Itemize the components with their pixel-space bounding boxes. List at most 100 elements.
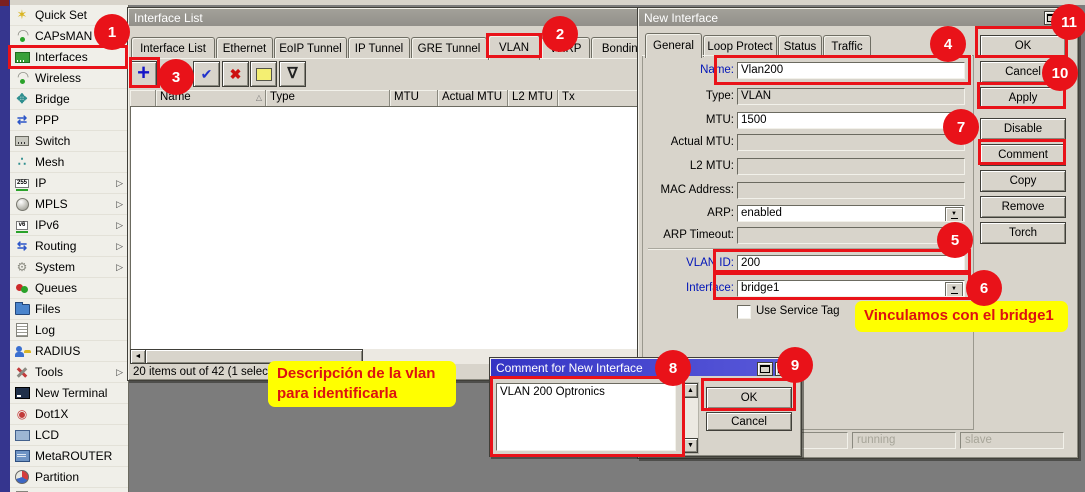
interface-list-window: Interface List Interface ListEthernetEoI… — [128, 8, 640, 380]
annotation-circle-11: 11 — [1051, 4, 1085, 40]
sidebar-item-mpls[interactable]: MPLS▷ — [10, 194, 128, 215]
sidebar-item-label: New Terminal — [35, 386, 107, 400]
tab-traffic[interactable]: Traffic — [823, 35, 871, 57]
tab-eoip-tunnel[interactable]: EoIP Tunnel — [274, 37, 347, 59]
scroll-down-button[interactable]: ▼ — [683, 438, 698, 453]
field-label-l2-mtu: L2 MTU: — [642, 160, 734, 172]
sidebar-item-label: PPP — [35, 113, 59, 127]
remove-button[interactable]: Remove — [980, 196, 1066, 218]
sidebar-item-mesh[interactable]: Mesh — [10, 152, 128, 173]
sidebar-item-routing[interactable]: Routing▷ — [10, 236, 128, 257]
scroll-left-button[interactable]: ◄ — [130, 349, 146, 364]
annotation-circle-4: 4 — [930, 26, 966, 62]
sidebar-item-label: Queues — [35, 281, 77, 295]
sidebar-item-label: Bridge — [35, 92, 70, 106]
column-header-tx[interactable]: Tx — [558, 90, 638, 106]
tab-status[interactable]: Status — [778, 35, 822, 57]
sidebar-item-lcd[interactable]: LCD — [10, 425, 128, 446]
mpls-icon — [14, 197, 30, 212]
sidebar-item-label: RADIUS — [35, 344, 80, 358]
column-header-actual-mtu[interactable]: Actual MTU — [438, 90, 508, 106]
annotation-circle-8: 8 — [655, 350, 691, 386]
top-strip — [0, 0, 1085, 5]
sidebar-item-metarouter[interactable]: MetaROUTER — [10, 446, 128, 467]
annotation-callout-2: Vinculamos con el bridge1 — [855, 301, 1068, 332]
scroll-up-button[interactable]: ▲ — [683, 383, 698, 398]
dropdown-button[interactable] — [945, 207, 963, 222]
sidebar-item-tools[interactable]: Tools▷ — [10, 362, 128, 383]
sidebar-item-switch[interactable]: Switch — [10, 131, 128, 152]
sidebar-item-label: Tools — [35, 365, 63, 379]
column-header-type[interactable]: Type — [266, 90, 390, 106]
sidebar-item-label: System — [35, 260, 75, 274]
tab-interface-list[interactable]: Interface List — [131, 37, 215, 59]
sidebar-item-bridge[interactable]: Bridge — [10, 89, 128, 110]
torch-button[interactable]: Torch — [980, 222, 1066, 244]
field-label-mtu: MTU: — [642, 114, 734, 126]
tab-gre-tunnel[interactable]: GRE Tunnel — [411, 37, 487, 59]
vlan-id-highlight — [713, 249, 971, 273]
comment-dialog-titlebar[interactable]: Comment for New Interface — [491, 359, 800, 376]
comment-textarea-highlight — [490, 376, 685, 457]
sidebar-menu: Quick SetCAPsMANInterfacesWirelessBridge… — [10, 5, 129, 492]
sidebar-item-ip[interactable]: IP▷ — [10, 173, 128, 194]
field-label-arp: ARP: — [642, 207, 734, 219]
use-service-tag-checkbox[interactable] — [737, 305, 751, 319]
radius-icon — [14, 344, 30, 359]
tab-loop-protect[interactable]: Loop Protect — [703, 35, 777, 57]
field-actual-mtu — [737, 134, 965, 151]
maximize-icon[interactable] — [757, 362, 773, 376]
tab-ethernet[interactable]: Ethernet — [216, 37, 273, 59]
copy-button[interactable]: Copy — [980, 170, 1066, 192]
sidebar-item-ipv6[interactable]: IPv6▷ — [10, 215, 128, 236]
status-bar: 20 items out of 42 (1 selected) — [133, 366, 288, 378]
dot1x-icon — [14, 407, 30, 422]
interface-list-table[interactable] — [130, 106, 638, 350]
files-icon — [14, 302, 30, 317]
sidebar-item-files[interactable]: Files — [10, 299, 128, 320]
filter-funnel-icon[interactable] — [279, 61, 306, 87]
field-l2-mtu — [737, 158, 965, 175]
tab-ip-tunnel[interactable]: IP Tunnel — [348, 37, 410, 59]
sidebar-item-radius[interactable]: RADIUS — [10, 341, 128, 362]
apply-check-icon[interactable] — [193, 61, 220, 87]
sidebar-item-partition[interactable]: Partition — [10, 467, 128, 488]
system-icon — [14, 260, 30, 275]
sidebar-item-system[interactable]: System▷ — [10, 257, 128, 278]
lcd-icon — [14, 428, 30, 443]
capsman-icon — [14, 29, 30, 44]
sidebar-item-make-supout-rif[interactable]: Make Supout.rif — [10, 488, 128, 492]
column-header-l2-mtu[interactable]: L2 MTU — [508, 90, 558, 106]
field-arp[interactable]: enabled — [737, 205, 965, 222]
annotation-circle-6: 6 — [966, 270, 1002, 306]
column-header-mtu[interactable]: MTU — [390, 90, 438, 106]
comment-note-icon[interactable] — [250, 61, 277, 87]
tab-general[interactable]: General — [645, 33, 702, 58]
sidebar-item-label: Dot1X — [35, 407, 68, 421]
disable-button[interactable]: Disable — [980, 118, 1066, 140]
sidebar-item-log[interactable]: Log — [10, 320, 128, 341]
comment-ok-highlight — [701, 378, 796, 411]
sidebar-item-new-terminal[interactable]: New Terminal — [10, 383, 128, 404]
sidebar-item-wireless[interactable]: Wireless — [10, 68, 128, 89]
sidebar-item-label: Files — [35, 302, 60, 316]
routing-icon — [14, 239, 30, 254]
ip-icon — [14, 176, 30, 191]
window-left-edge — [0, 0, 10, 492]
column-header-select[interactable] — [130, 90, 156, 106]
field-label-mac-address: MAC Address: — [642, 184, 734, 196]
comment-cancel-button[interactable]: Cancel — [706, 412, 792, 431]
log-icon — [14, 323, 30, 338]
annotation-circle-1: 1 — [94, 14, 130, 50]
vlan-tab-highlight — [486, 33, 542, 58]
sidebar-item-label: Wireless — [35, 71, 81, 85]
ppp-icon — [14, 113, 30, 128]
ipv6-icon — [14, 218, 30, 233]
sidebar-item-queues[interactable]: Queues — [10, 278, 128, 299]
interface-field-highlight — [713, 272, 971, 300]
remove-x-icon[interactable] — [222, 61, 249, 87]
sidebar-item-dot1x[interactable]: Dot1X — [10, 404, 128, 425]
field-mtu[interactable]: 1500 — [737, 112, 965, 129]
new-interface-titlebar[interactable]: New Interface — [639, 9, 1077, 26]
sidebar-item-ppp[interactable]: PPP — [10, 110, 128, 131]
